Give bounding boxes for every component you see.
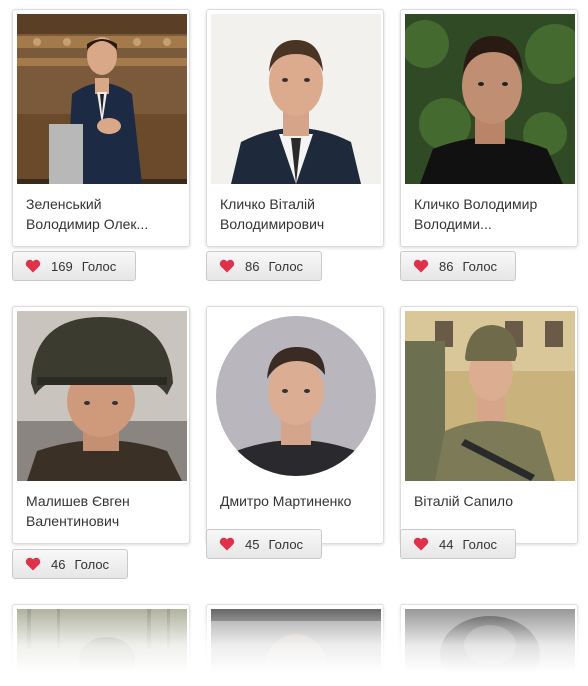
- candidate-card[interactable]: Віталій Сапило: [400, 306, 578, 544]
- candidate-photo[interactable]: [211, 14, 381, 184]
- candidate-name[interactable]: Кличко Віталій Володимирович: [211, 184, 379, 246]
- vote-label: Голос: [462, 258, 498, 274]
- candidate-card[interactable]: Зеленський Володимир Олек...: [12, 9, 190, 247]
- vote-count: 44: [439, 536, 454, 552]
- candidate-photo[interactable]: [405, 609, 575, 686]
- vote-button[interactable]: 169 Голос: [12, 251, 136, 281]
- vote-label: Голос: [74, 556, 110, 572]
- vote-button[interactable]: 46 Голос: [12, 549, 128, 579]
- vote-label: Голос: [81, 258, 117, 274]
- heart-icon: [413, 259, 429, 273]
- candidate-photo[interactable]: [17, 609, 187, 686]
- vote-button[interactable]: 45 Голос: [206, 529, 322, 559]
- vote-count: 45: [245, 536, 260, 552]
- candidate-photo[interactable]: [211, 311, 381, 481]
- vote-count: 86: [245, 258, 260, 274]
- heart-icon: [413, 537, 429, 551]
- vote-button[interactable]: 44 Голос: [400, 529, 516, 559]
- candidate-card[interactable]: Кличко Віталій Володимирович: [206, 9, 384, 247]
- candidate-name[interactable]: Зеленський Володимир Олек...: [17, 184, 185, 246]
- candidate-photo[interactable]: [405, 311, 575, 481]
- candidate-photo[interactable]: [211, 609, 381, 686]
- vote-label: Голос: [268, 536, 304, 552]
- candidate-name[interactable]: Кличко Володимир Володими...: [405, 184, 573, 246]
- candidate-card[interactable]: Дмитро Мартиненко: [206, 306, 384, 544]
- vote-button[interactable]: 86 Голос: [206, 251, 322, 281]
- candidate-card[interactable]: Кличко Володимир Володими...: [400, 9, 578, 247]
- vote-count: 169: [51, 258, 73, 274]
- vote-label: Голос: [462, 536, 498, 552]
- vote-label: Голос: [268, 258, 304, 274]
- candidate-photo[interactable]: [17, 311, 187, 481]
- heart-icon: [219, 259, 235, 273]
- heart-icon: [25, 557, 41, 571]
- candidate-card[interactable]: Малишев Євген Валентинович: [12, 306, 190, 544]
- vote-count: 86: [439, 258, 454, 274]
- candidate-name[interactable]: Малишев Євген Валентинович: [17, 481, 185, 543]
- vote-button[interactable]: 86 Голос: [400, 251, 516, 281]
- candidate-card[interactable]: [12, 604, 190, 686]
- candidate-photo[interactable]: [17, 14, 187, 184]
- candidate-card[interactable]: [206, 604, 384, 686]
- candidate-card[interactable]: [400, 604, 578, 686]
- heart-icon: [219, 537, 235, 551]
- vote-count: 46: [51, 556, 66, 572]
- candidate-photo[interactable]: [405, 14, 575, 184]
- heart-icon: [25, 259, 41, 273]
